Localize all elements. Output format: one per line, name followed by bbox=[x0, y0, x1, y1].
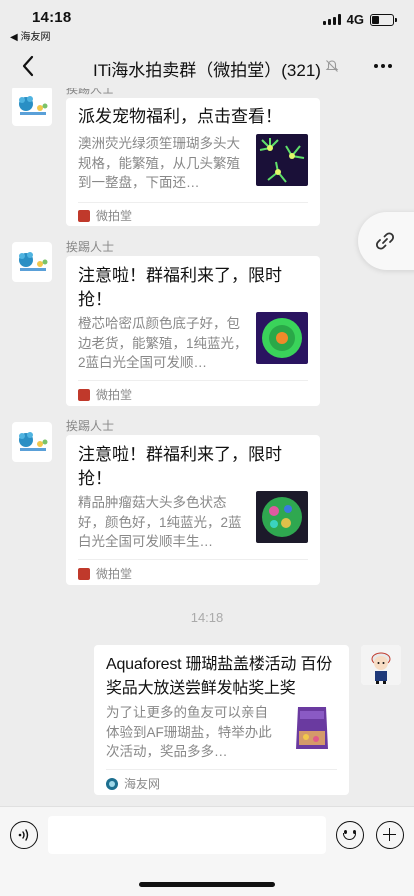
mushroom-coral-thumbnail bbox=[256, 491, 308, 543]
status-time: 14:18 bbox=[32, 9, 72, 26]
card-title: 注意啦！群福利来了，限时抢！ bbox=[78, 445, 282, 488]
chat-area[interactable]: 挨踢人士 派发宠物福利，点击查看！ 澳洲荧光绿须笙珊瑚多头大规格，能繁殖，从几头… bbox=[0, 88, 414, 806]
nav-bar: ITi海水拍卖群（微拍堂）(321) bbox=[0, 44, 414, 88]
card-divider bbox=[106, 769, 337, 770]
link-icon bbox=[375, 232, 395, 250]
home-indicator bbox=[139, 882, 275, 887]
card-title: Aquaforest 珊瑚盐盖楼活动 百份奖品大放送尝鲜发帖奖上奖 bbox=[106, 656, 333, 697]
chat-title: ITi海水拍卖群（微拍堂）(321) bbox=[93, 61, 321, 80]
weipaitang-icon bbox=[78, 567, 90, 580]
coral-logo-icon bbox=[19, 252, 48, 271]
emoji-icon bbox=[343, 833, 356, 840]
chevron-left-icon bbox=[22, 55, 34, 77]
dot-icon bbox=[388, 64, 392, 68]
more-options-button[interactable] bbox=[366, 52, 400, 80]
sender-avatar[interactable] bbox=[12, 88, 52, 126]
coral-logo-icon bbox=[19, 96, 48, 115]
battery-icon bbox=[370, 13, 397, 26]
sender-name: 挨踢人士 bbox=[66, 240, 115, 254]
mute-icon bbox=[325, 60, 339, 72]
dot-icon bbox=[374, 64, 378, 68]
signal-icon bbox=[322, 14, 341, 25]
share-card[interactable]: 注意啦！群福利来了，限时抢！ 精品肿瘤菇大头多色状态好，颜色好，1纯蓝光，2蓝白… bbox=[66, 435, 320, 585]
green-coral-thumbnail bbox=[256, 134, 308, 186]
salt-bag-thumbnail bbox=[286, 701, 338, 753]
sender-name: 挨踢人士 bbox=[66, 419, 115, 433]
share-card[interactable]: Aquaforest 珊瑚盐盖楼活动 百份奖品大放送尝鲜发帖奖上奖 为了让更多的… bbox=[94, 645, 349, 795]
message-input[interactable] bbox=[48, 816, 326, 854]
dot-icon bbox=[381, 64, 385, 68]
source-label: 微拍堂 bbox=[96, 209, 133, 223]
time-separator: 14:18 bbox=[190, 610, 224, 625]
share-card[interactable]: 派发宠物福利，点击查看！ 澳洲荧光绿须笙珊瑚多头大规格，能繁殖，从几头繁殖到一整… bbox=[66, 98, 320, 226]
status-bar: 14:18 ◀ 海友网 4G bbox=[0, 0, 414, 44]
sender-avatar[interactable] bbox=[12, 242, 52, 282]
card-title: 注意啦！群福利来了，限时抢！ bbox=[78, 266, 282, 309]
weipaitang-icon bbox=[78, 388, 90, 401]
source-label: 微拍堂 bbox=[96, 388, 133, 402]
voice-icon bbox=[18, 829, 29, 841]
sender-name: 挨踢人士 bbox=[66, 88, 115, 96]
card-source: 微拍堂 bbox=[78, 565, 132, 582]
sender-avatar[interactable] bbox=[12, 422, 52, 462]
card-description: 橙芯哈密瓜颜色底子好，包边老货，能繁殖，1纯蓝光，2蓝白光全国可发顺… bbox=[78, 316, 248, 370]
weipaitang-icon bbox=[78, 209, 90, 222]
orange-coral-thumbnail bbox=[256, 312, 308, 364]
battery-level bbox=[372, 15, 379, 24]
card-description: 精品肿瘤菇大头多色状态好，颜色好，1纯蓝光，2蓝白光全国可发顺丰生… bbox=[78, 495, 242, 549]
voice-input-button[interactable] bbox=[10, 821, 38, 849]
coral-logo-icon bbox=[19, 432, 48, 451]
card-description: 为了让更多的鱼友可以亲自体验到AF珊瑚盐，特举办此次活动，奖品多多… bbox=[106, 705, 272, 759]
cartoon-avatar-icon bbox=[361, 645, 401, 685]
card-source: 微拍堂 bbox=[78, 386, 132, 403]
card-source: 微拍堂 bbox=[78, 207, 132, 224]
floating-link-button[interactable] bbox=[358, 212, 414, 270]
status-indicators: 4G bbox=[322, 12, 397, 27]
back-to-app-link[interactable]: ◀ 海友网 bbox=[10, 28, 50, 43]
card-source: 海友网 bbox=[106, 775, 160, 792]
haiyouwang-icon bbox=[106, 777, 118, 790]
source-label: 微拍堂 bbox=[96, 567, 133, 581]
emoji-button[interactable] bbox=[336, 821, 364, 849]
back-button[interactable] bbox=[14, 52, 42, 80]
card-description: 澳洲荧光绿须笙珊瑚多头大规格，能繁殖，从几头繁殖到一整盘，下面还… bbox=[78, 136, 240, 190]
network-type: 4G bbox=[346, 12, 364, 27]
plus-button[interactable] bbox=[376, 821, 404, 849]
my-avatar[interactable] bbox=[361, 645, 401, 685]
card-divider bbox=[78, 380, 308, 381]
share-card[interactable]: 注意啦！群福利来了，限时抢！ 橙芯哈密瓜颜色底子好，包边老货，能繁殖，1纯蓝光，… bbox=[66, 256, 320, 406]
card-divider bbox=[78, 202, 308, 203]
card-title: 派发宠物福利，点击查看！ bbox=[78, 107, 282, 126]
card-divider bbox=[78, 559, 308, 560]
source-label: 海友网 bbox=[124, 777, 161, 791]
